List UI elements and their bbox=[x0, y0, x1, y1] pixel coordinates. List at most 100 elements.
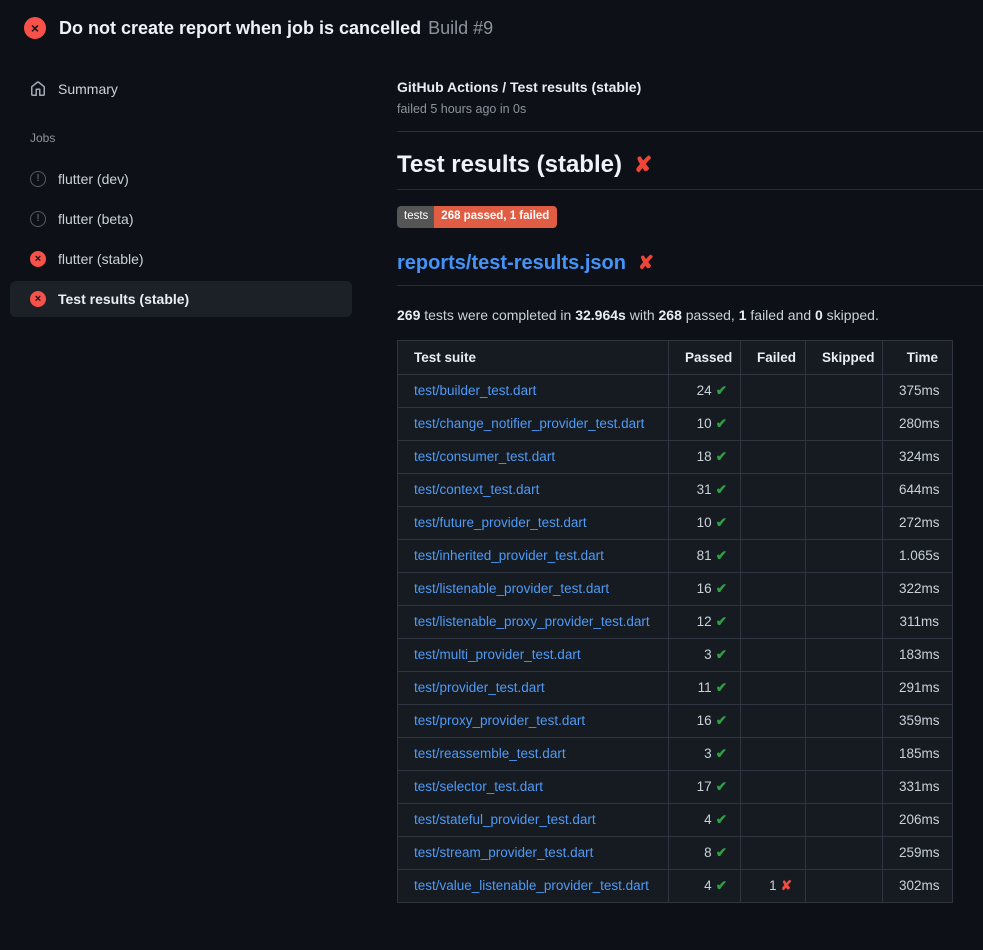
badge-label: tests bbox=[397, 206, 434, 228]
jobs-section-label: Jobs bbox=[30, 131, 365, 145]
suite-cell: test/stateful_provider_test.dart bbox=[398, 803, 669, 836]
passed-cell: 8✔ bbox=[669, 836, 741, 869]
table-row: test/stream_provider_test.dart8✔259ms bbox=[398, 836, 953, 869]
suite-link[interactable]: test/consumer_test.dart bbox=[414, 449, 555, 464]
sidebar-item-job-3[interactable]: ×Test results (stable) bbox=[10, 281, 352, 317]
suite-link[interactable]: test/provider_test.dart bbox=[414, 680, 545, 695]
suite-cell: test/inherited_provider_test.dart bbox=[398, 539, 669, 572]
time-cell: 311ms bbox=[883, 605, 953, 638]
suite-link[interactable]: test/change_notifier_provider_test.dart bbox=[414, 416, 644, 431]
report-file-row: reports/test-results.json ✘ bbox=[397, 252, 983, 286]
suite-link[interactable]: test/stateful_provider_test.dart bbox=[414, 812, 596, 827]
suite-cell: test/stream_provider_test.dart bbox=[398, 836, 669, 869]
check-icon: ✔ bbox=[716, 878, 727, 893]
skipped-cell bbox=[806, 704, 883, 737]
passed-cell: 3✔ bbox=[669, 638, 741, 671]
suite-link[interactable]: test/proxy_provider_test.dart bbox=[414, 713, 585, 728]
failed-cell: 1✘ bbox=[741, 869, 806, 902]
table-row: test/reassemble_test.dart3✔185ms bbox=[398, 737, 953, 770]
check-icon: ✔ bbox=[716, 548, 727, 563]
skipped-cell bbox=[806, 803, 883, 836]
check-icon: ✔ bbox=[716, 416, 727, 431]
failed-cell bbox=[741, 539, 806, 572]
check-icon: ✔ bbox=[716, 845, 727, 860]
suite-cell: test/change_notifier_provider_test.dart bbox=[398, 407, 669, 440]
test-results-table: Test suitePassedFailedSkippedTime test/b… bbox=[397, 340, 953, 903]
count: 16 bbox=[697, 713, 712, 728]
home-icon bbox=[30, 81, 46, 97]
check-icon: ✔ bbox=[716, 746, 727, 761]
passed-cell: 4✔ bbox=[669, 869, 741, 902]
table-row: test/stateful_provider_test.dart4✔206ms bbox=[398, 803, 953, 836]
failed-cell bbox=[741, 638, 806, 671]
suite-link[interactable]: test/selector_test.dart bbox=[414, 779, 543, 794]
skipped-cell bbox=[806, 407, 883, 440]
count: 17 bbox=[697, 779, 712, 794]
suite-link[interactable]: test/stream_provider_test.dart bbox=[414, 845, 593, 860]
summary-segment: passed, bbox=[682, 307, 739, 323]
table-row: test/value_listenable_provider_test.dart… bbox=[398, 869, 953, 902]
suite-link[interactable]: test/multi_provider_test.dart bbox=[414, 647, 581, 662]
suite-link[interactable]: test/inherited_provider_test.dart bbox=[414, 548, 604, 563]
suite-link[interactable]: test/builder_test.dart bbox=[414, 383, 536, 398]
count: 12 bbox=[697, 614, 712, 629]
summary-segment: with bbox=[626, 307, 659, 323]
column-header-test-suite: Test suite bbox=[398, 340, 669, 374]
suite-link[interactable]: test/reassemble_test.dart bbox=[414, 746, 566, 761]
sidebar-item-job-0[interactable]: !flutter (dev) bbox=[10, 161, 352, 197]
passed-cell: 12 ✔ bbox=[669, 605, 741, 638]
column-header-time: Time bbox=[883, 340, 953, 374]
report-title: Test results (stable) bbox=[397, 151, 622, 179]
skipped-cell bbox=[806, 572, 883, 605]
suite-link[interactable]: test/future_provider_test.dart bbox=[414, 515, 587, 530]
time-cell: 185ms bbox=[883, 737, 953, 770]
build-number: Build #9 bbox=[428, 18, 493, 39]
job-label: Test results (stable) bbox=[58, 291, 189, 307]
summary-segment: 1 bbox=[739, 307, 747, 323]
suite-link[interactable]: test/listenable_proxy_provider_test.dart bbox=[414, 614, 650, 629]
main-content: GitHub Actions / Test results (stable) f… bbox=[365, 51, 983, 903]
run-title: Do not create report when job is cancell… bbox=[59, 18, 421, 39]
column-header-skipped: Skipped bbox=[806, 340, 883, 374]
suite-link[interactable]: test/listenable_provider_test.dart bbox=[414, 581, 609, 596]
table-header-row: Test suitePassedFailedSkippedTime bbox=[398, 340, 953, 374]
failed-cell bbox=[741, 407, 806, 440]
failed-cell bbox=[741, 671, 806, 704]
table-row: test/consumer_test.dart18✔324ms bbox=[398, 440, 953, 473]
suite-link[interactable]: test/value_listenable_provider_test.dart bbox=[414, 878, 649, 893]
check-icon: ✔ bbox=[716, 482, 727, 497]
check-icon: ✔ bbox=[716, 614, 727, 629]
check-icon: ✔ bbox=[716, 812, 727, 827]
report-file-link[interactable]: reports/test-results.json bbox=[397, 252, 626, 275]
sidebar-item-job-2[interactable]: ×flutter (stable) bbox=[10, 241, 352, 277]
skipped-cell bbox=[806, 539, 883, 572]
count: 3 bbox=[704, 647, 712, 662]
sidebar-item-summary[interactable]: Summary bbox=[10, 71, 352, 107]
count: 4 bbox=[704, 812, 712, 827]
failed-cell bbox=[741, 440, 806, 473]
failed-cell bbox=[741, 803, 806, 836]
tests-status-badge: tests 268 passed, 1 failed bbox=[397, 206, 557, 228]
skipped-cell bbox=[806, 506, 883, 539]
time-cell: 183ms bbox=[883, 638, 953, 671]
sidebar-item-job-1[interactable]: !flutter (beta) bbox=[10, 201, 352, 237]
suite-link[interactable]: test/context_test.dart bbox=[414, 482, 539, 497]
failed-x-icon: ✘ bbox=[638, 252, 654, 275]
failed-cell bbox=[741, 737, 806, 770]
time-cell: 324ms bbox=[883, 440, 953, 473]
failed-cell bbox=[741, 473, 806, 506]
job-label: flutter (dev) bbox=[58, 171, 129, 187]
table-row: test/builder_test.dart24✔375ms bbox=[398, 374, 953, 407]
time-cell: 280ms bbox=[883, 407, 953, 440]
x-circle-fill-icon: × bbox=[24, 17, 46, 39]
skipped-cell bbox=[806, 671, 883, 704]
table-row: test/future_provider_test.dart10✔272ms bbox=[398, 506, 953, 539]
sidebar-summary-label: Summary bbox=[58, 81, 118, 97]
skipped-cell bbox=[806, 605, 883, 638]
breadcrumb: GitHub Actions / Test results (stable) bbox=[397, 79, 983, 95]
failed-cell bbox=[741, 605, 806, 638]
failed-cell bbox=[741, 572, 806, 605]
badge-value: 268 passed, 1 failed bbox=[434, 206, 557, 228]
skipped-cell bbox=[806, 638, 883, 671]
suite-cell: test/consumer_test.dart bbox=[398, 440, 669, 473]
